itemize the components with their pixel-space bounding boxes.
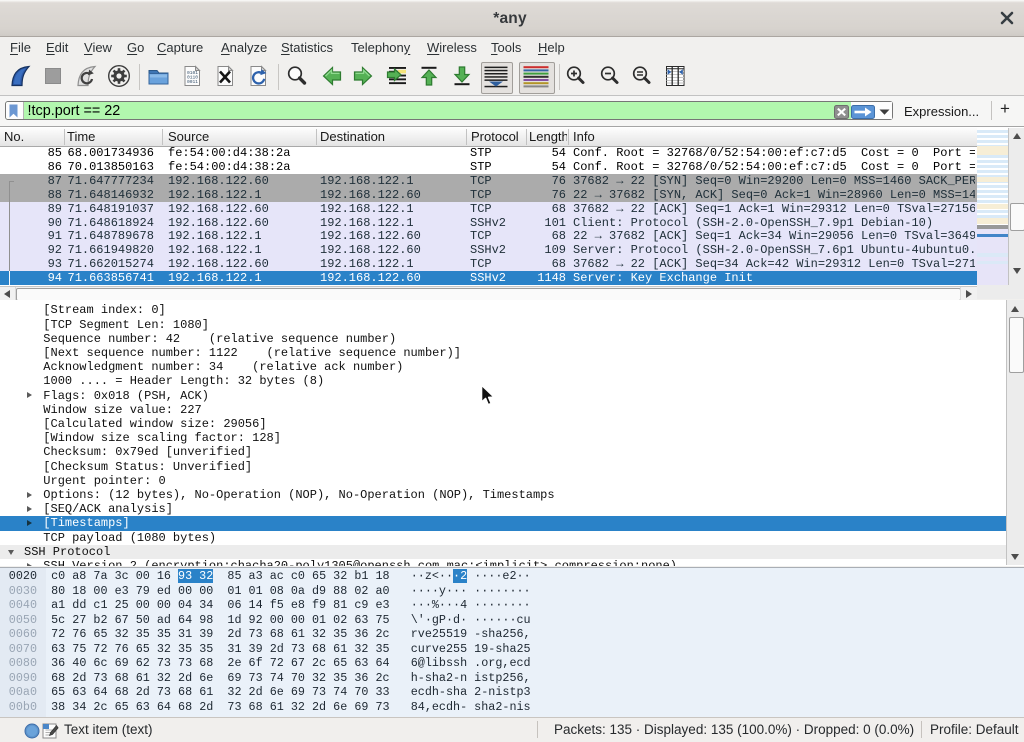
svg-text:0011: 0011 [187, 79, 198, 85]
